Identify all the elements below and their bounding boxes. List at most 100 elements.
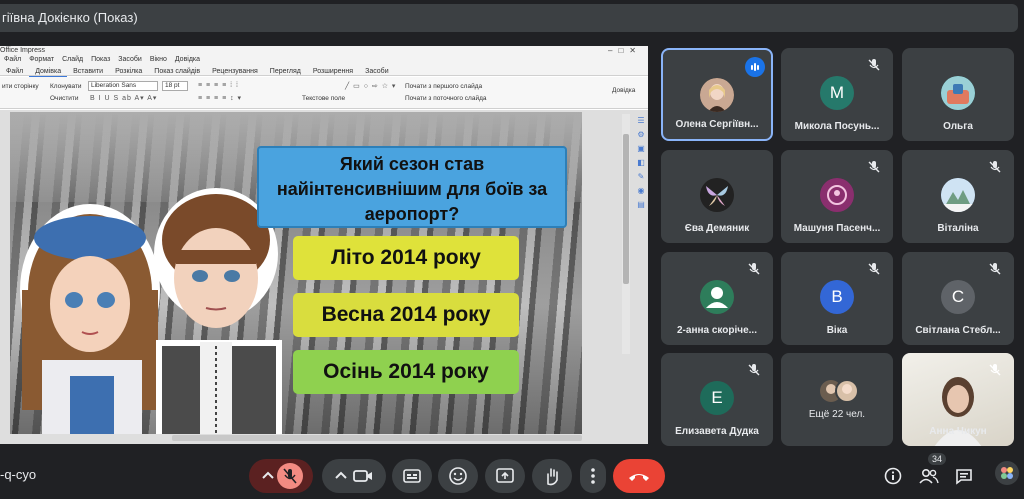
menu-item: Вікно (149, 56, 167, 63)
maximize-icon: □ (618, 46, 630, 55)
participant-name: Єва Демяник (684, 223, 750, 234)
para-icons: ≡ ≡ ≡ ≡ ↕ ▾ (198, 95, 243, 102)
participant-name: Олена Сергіївн... (675, 119, 759, 130)
menu-item: Засоби (118, 56, 142, 63)
mic-off-icon (748, 364, 760, 376)
answer-option-3: Осінь 2014 року (293, 350, 519, 394)
meeting-code: -q-cyo (0, 467, 37, 482)
sidebar-icons: ☰ ⚙ ▣ ◧ ✎ ◉ ▤ (637, 116, 645, 209)
menu-item: Слайд (62, 56, 84, 63)
participant-name: Віка (826, 325, 848, 336)
emoji-button[interactable] (438, 459, 478, 493)
top-bar: гіївна Докієнко (Показ) (0, 0, 1024, 40)
present-button[interactable] (485, 459, 525, 493)
mic-off-icon (868, 161, 880, 173)
impress-menus: Файл Формат Слайд Показ Засоби Вікно Дов… (0, 55, 204, 65)
menu-item: Файл (4, 56, 22, 63)
more-options-button[interactable] (580, 459, 606, 493)
help-label: Довідка (612, 87, 636, 94)
raise-hand-icon (547, 468, 558, 486)
mic-off-icon (989, 161, 1001, 173)
avatar: Е (700, 381, 734, 415)
meeting-controls: -q-cyo 34 (0, 453, 1024, 499)
captions-button[interactable] (392, 459, 432, 493)
raise-hand-button[interactable] (532, 459, 572, 493)
girl-illustration (20, 204, 160, 434)
camera-control[interactable] (322, 459, 386, 493)
more-participants-tile[interactable]: Ещё 22 чел. (781, 353, 893, 446)
presentation-title: гіївна Докієнко (Показ) (0, 4, 1018, 32)
avatar (700, 178, 734, 212)
participant-name: Елизавета Дудка (675, 426, 759, 437)
format-icons: B I U S ab A▾ A▾ (90, 95, 158, 102)
impress-menubar: Office Impress –□✕ Файл Формат Слайд Пок… (0, 46, 648, 78)
participant-tile[interactable]: Віталіна (902, 150, 1014, 243)
participant-tile[interactable]: Ольга (902, 48, 1014, 141)
participant-tile[interactable]: Е Елизавета Дудка (661, 353, 773, 446)
mic-off-icon (989, 364, 1001, 376)
mic-off-icon[interactable] (277, 463, 303, 489)
mic-off-icon (989, 263, 1001, 275)
participant-name: Ольга (943, 121, 973, 132)
participant-tile[interactable]: В Віка (781, 252, 893, 345)
participant-tile[interactable]: М Микола Посунь... (781, 48, 893, 141)
impress-window-title: Office Impress (0, 47, 45, 54)
participant-tile[interactable]: Машуня Пасенч... (781, 150, 893, 243)
avatar: В (820, 280, 854, 314)
horizontal-scrollbar (172, 435, 582, 441)
answer-option-2: Весна 2014 року (293, 293, 519, 337)
participant-video-tile[interactable]: Анна Чикун (902, 353, 1014, 446)
avatar: М (820, 76, 854, 110)
vertical-scrollbar (622, 114, 630, 354)
camera-icon[interactable] (350, 466, 376, 486)
present-icon (496, 468, 514, 483)
menu-item: Довідка (174, 56, 201, 63)
emoji-icon (449, 467, 467, 485)
avatar (700, 78, 734, 112)
slide-question: Який сезон став найінтенсивнішим для бої… (257, 146, 567, 228)
participant-name: Світлана Стебл... (915, 325, 1001, 336)
group-avatars (820, 379, 859, 403)
person-icon (700, 280, 734, 314)
textbox-label: Текстове поле (302, 95, 346, 102)
start-first-label: Почати з першого слайда (405, 83, 483, 90)
activities-icon[interactable] (994, 460, 1020, 486)
avatar: С (941, 280, 975, 314)
font-name-field: Liberation Sans (88, 81, 158, 91)
participant-name: 2-анна скорічe... (676, 325, 757, 336)
mic-off-icon (748, 263, 760, 275)
speaking-indicator-icon (745, 57, 765, 77)
avatar (941, 76, 975, 110)
participant-tile[interactable]: 2-анна скорічe... (661, 252, 773, 345)
start-current-label: Почати з поточного слайда (405, 95, 487, 102)
avatar (820, 178, 854, 212)
mic-off-icon (868, 59, 880, 71)
captions-icon (403, 469, 421, 483)
draw-icons: ╱ ▭ ○ ⇨ ☆ ▾ (345, 83, 397, 90)
participant-name: Микола Посунь... (794, 121, 880, 132)
info-icon[interactable] (884, 467, 902, 485)
participant-name: Віталіна (937, 223, 979, 234)
slide: Який сезон став найінтенсивнішим для бої… (10, 112, 582, 434)
shared-screen: Office Impress –□✕ Файл Формат Слайд Пок… (0, 46, 648, 444)
people-icon[interactable] (918, 467, 940, 485)
participant-tile[interactable]: Єва Демяник (661, 150, 773, 243)
participant-tile[interactable]: Олена Сергіївн... (661, 48, 773, 141)
mic-control[interactable] (249, 459, 313, 493)
more-icon (591, 468, 595, 484)
participant-name: Машуня Пасенч... (793, 223, 881, 234)
close-icon: ✕ (629, 46, 642, 55)
mic-off-icon (868, 263, 880, 275)
more-participants-label: Ещё 22 чел. (808, 409, 866, 420)
chat-icon[interactable] (954, 467, 974, 485)
chevron-up-icon[interactable] (259, 469, 277, 483)
end-call-button[interactable] (613, 459, 665, 493)
align-icons: ≡ ≡ ≡ ≡ ⁞ ⁞ (198, 82, 239, 89)
chevron-up-icon[interactable] (332, 469, 350, 483)
end-call-icon (629, 474, 649, 481)
menu-item: Формат (29, 56, 55, 63)
avatar (941, 178, 975, 212)
minimize-icon: – (608, 46, 619, 55)
menu-item: Показ (91, 56, 111, 63)
participant-tile[interactable]: С Світлана Стебл... (902, 252, 1014, 345)
